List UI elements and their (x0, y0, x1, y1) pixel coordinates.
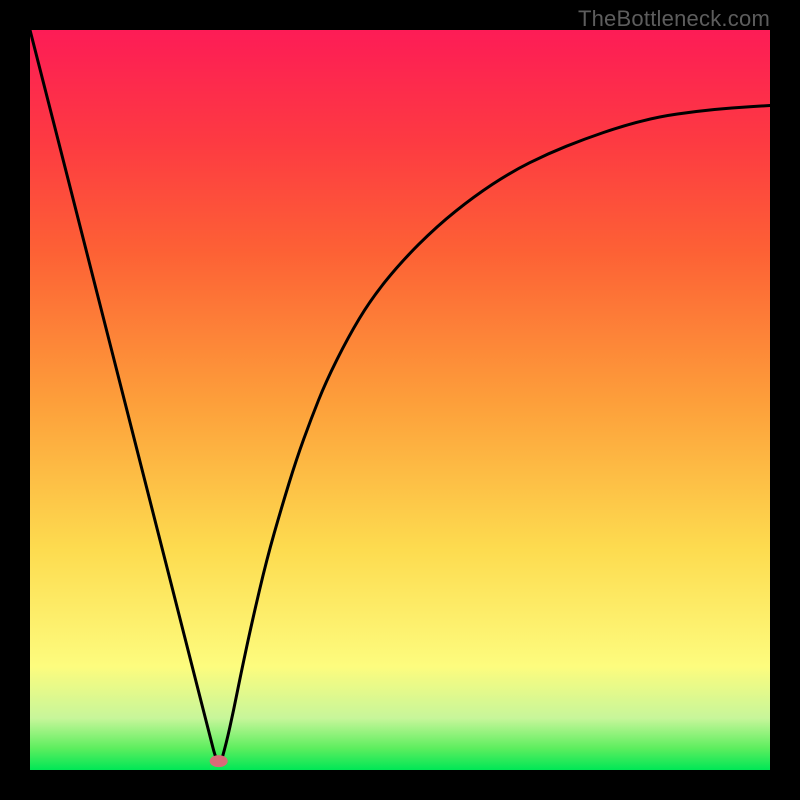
bottleneck-chart (30, 30, 770, 770)
attribution-label: TheBottleneck.com (578, 6, 770, 32)
chart-background (30, 30, 770, 770)
chart-marker (210, 755, 228, 767)
chart-container: TheBottleneck.com (0, 0, 800, 800)
